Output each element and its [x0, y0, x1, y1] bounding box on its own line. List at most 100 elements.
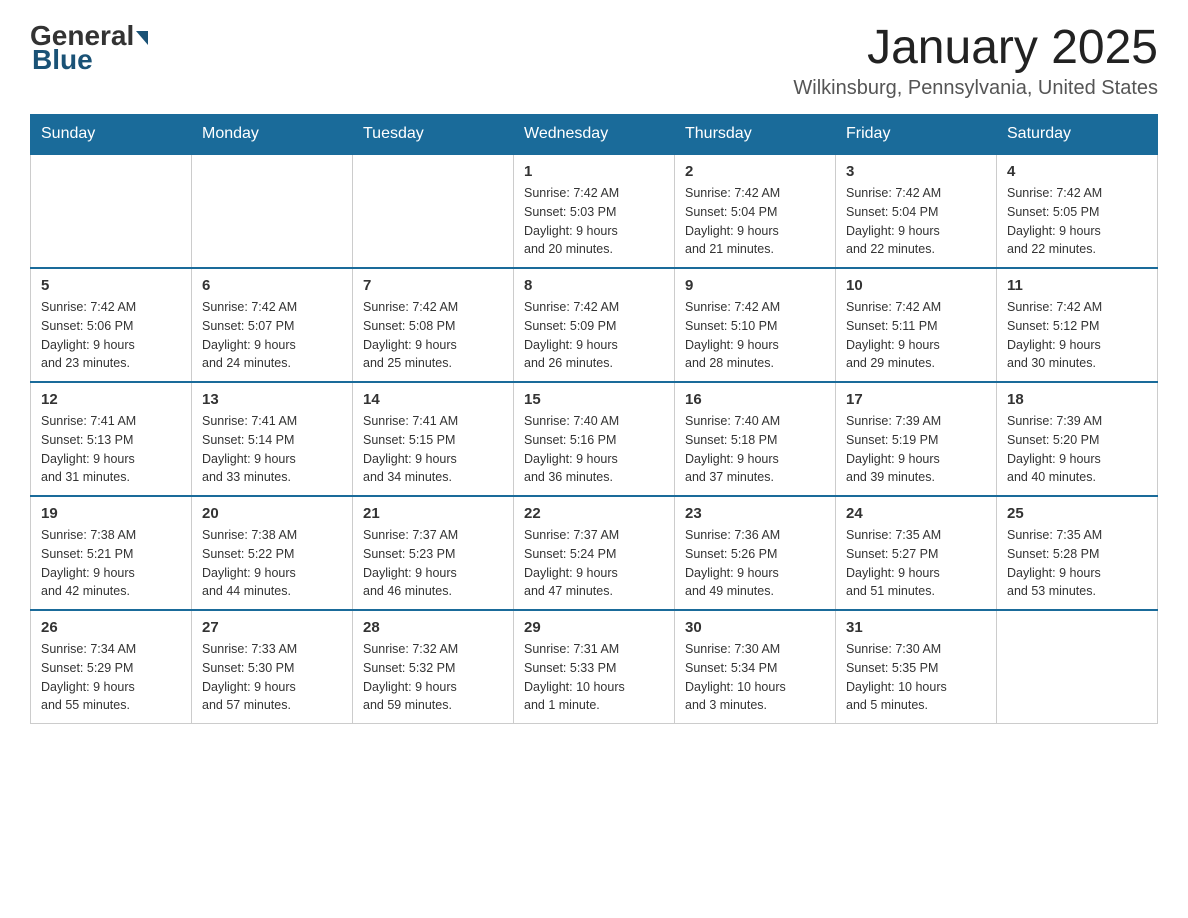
day-info: Sunrise: 7:37 AM Sunset: 5:24 PM Dayligh… — [524, 526, 664, 601]
weekday-header-friday: Friday — [836, 115, 997, 155]
calendar-cell — [353, 154, 514, 268]
day-number: 6 — [202, 277, 342, 294]
calendar-cell: 23Sunrise: 7:36 AM Sunset: 5:26 PM Dayli… — [675, 496, 836, 610]
weekday-header-monday: Monday — [192, 115, 353, 155]
day-number: 10 — [846, 277, 986, 294]
day-info: Sunrise: 7:42 AM Sunset: 5:10 PM Dayligh… — [685, 298, 825, 373]
week-row-3: 12 Sunrise: 7:41 AM Sunset: 5:13 PM Dayli… — [31, 382, 1158, 496]
day-number: 19 — [41, 505, 181, 522]
calendar-cell: 9 Sunrise: 7:42 AM Sunset: 5:10 PM Daylig… — [675, 268, 836, 382]
weekday-header-tuesday: Tuesday — [353, 115, 514, 155]
day-info: Sunrise: 7:38 AM Sunset: 5:22 PM Dayligh… — [202, 526, 342, 601]
day-number: 9 — [685, 277, 825, 294]
day-number: 24 — [846, 505, 986, 522]
day-number: 7 — [363, 277, 503, 294]
day-info: Sunrise: 7:37 AM Sunset: 5:23 PM Dayligh… — [363, 526, 503, 601]
day-info: Sunrise: 7:35 AM Sunset: 5:27 PM Dayligh… — [846, 526, 986, 601]
day-number: 11 — [1007, 277, 1147, 294]
day-number: 31 — [846, 619, 986, 636]
calendar-cell: 27Sunrise: 7:33 AM Sunset: 5:30 PM Dayli… — [192, 610, 353, 724]
calendar-cell: 29Sunrise: 7:31 AM Sunset: 5:33 PM Dayli… — [514, 610, 675, 724]
day-info: Sunrise: 7:35 AM Sunset: 5:28 PM Dayligh… — [1007, 526, 1147, 601]
day-number: 18 — [1007, 391, 1147, 408]
calendar-cell: 4 Sunrise: 7:42 AM Sunset: 5:05 PM Daylig… — [997, 154, 1158, 268]
day-number: 14 — [363, 391, 503, 408]
day-info: Sunrise: 7:42 AM Sunset: 5:05 PM Dayligh… — [1007, 184, 1147, 259]
weekday-header-sunday: Sunday — [31, 115, 192, 155]
calendar-cell: 8Sunrise: 7:42 AM Sunset: 5:09 PM Daylig… — [514, 268, 675, 382]
day-number: 20 — [202, 505, 342, 522]
calendar-cell — [997, 610, 1158, 724]
day-number: 21 — [363, 505, 503, 522]
calendar-cell: 31 Sunrise: 7:30 AM Sunset: 5:35 PM Dayli… — [836, 610, 997, 724]
day-number: 2 — [685, 163, 825, 180]
day-info: Sunrise: 7:42 AM Sunset: 5:03 PM Dayligh… — [524, 184, 664, 259]
day-info: Sunrise: 7:30 AM Sunset: 5:34 PM Dayligh… — [685, 640, 825, 715]
calendar-cell: 18Sunrise: 7:39 AM Sunset: 5:20 PM Dayli… — [997, 382, 1158, 496]
calendar-cell: 2 Sunrise: 7:42 AM Sunset: 5:04 PM Daylig… — [675, 154, 836, 268]
calendar-cell: 16 Sunrise: 7:40 AM Sunset: 5:18 PM Dayli… — [675, 382, 836, 496]
day-info: Sunrise: 7:41 AM Sunset: 5:15 PM Dayligh… — [363, 412, 503, 487]
day-number: 22 — [524, 505, 664, 522]
weekday-header-thursday: Thursday — [675, 115, 836, 155]
calendar-body: 1 Sunrise: 7:42 AM Sunset: 5:03 PM Daylig… — [31, 154, 1158, 724]
calendar-cell: 19 Sunrise: 7:38 AM Sunset: 5:21 PM Dayli… — [31, 496, 192, 610]
calendar-cell: 26 Sunrise: 7:34 AM Sunset: 5:29 PM Dayli… — [31, 610, 192, 724]
day-number: 28 — [363, 619, 503, 636]
calendar-cell — [192, 154, 353, 268]
day-number: 25 — [1007, 505, 1147, 522]
calendar-cell: 24 Sunrise: 7:35 AM Sunset: 5:27 PM Dayli… — [836, 496, 997, 610]
calendar-cell: 6Sunrise: 7:42 AM Sunset: 5:07 PM Daylig… — [192, 268, 353, 382]
day-info: Sunrise: 7:34 AM Sunset: 5:29 PM Dayligh… — [41, 640, 181, 715]
weekday-header-saturday: Saturday — [997, 115, 1158, 155]
calendar-cell: 5Sunrise: 7:42 AM Sunset: 5:06 PM Daylig… — [31, 268, 192, 382]
day-info: Sunrise: 7:41 AM Sunset: 5:13 PM Dayligh… — [41, 412, 181, 487]
month-title: January 2025 — [793, 20, 1158, 75]
day-info: Sunrise: 7:42 AM Sunset: 5:12 PM Dayligh… — [1007, 298, 1147, 373]
day-number: 4 — [1007, 163, 1147, 180]
logo-arrow-icon — [136, 31, 148, 45]
day-info: Sunrise: 7:33 AM Sunset: 5:30 PM Dayligh… — [202, 640, 342, 715]
day-info: Sunrise: 7:32 AM Sunset: 5:32 PM Dayligh… — [363, 640, 503, 715]
day-number: 15 — [524, 391, 664, 408]
calendar-cell: 17 Sunrise: 7:39 AM Sunset: 5:19 PM Dayli… — [836, 382, 997, 496]
calendar-cell: 30Sunrise: 7:30 AM Sunset: 5:34 PM Dayli… — [675, 610, 836, 724]
calendar-cell: 12 Sunrise: 7:41 AM Sunset: 5:13 PM Dayli… — [31, 382, 192, 496]
calendar-cell: 25 Sunrise: 7:35 AM Sunset: 5:28 PM Dayli… — [997, 496, 1158, 610]
calendar-cell: 7Sunrise: 7:42 AM Sunset: 5:08 PM Daylig… — [353, 268, 514, 382]
calendar-cell — [31, 154, 192, 268]
page-header: General Blue January 2025 Wilkinsburg, P… — [30, 20, 1158, 100]
calendar-cell: 1 Sunrise: 7:42 AM Sunset: 5:03 PM Daylig… — [514, 154, 675, 268]
day-info: Sunrise: 7:39 AM Sunset: 5:19 PM Dayligh… — [846, 412, 986, 487]
week-row-4: 19 Sunrise: 7:38 AM Sunset: 5:21 PM Dayli… — [31, 496, 1158, 610]
day-number: 23 — [685, 505, 825, 522]
day-number: 1 — [524, 163, 664, 180]
day-number: 13 — [202, 391, 342, 408]
day-info: Sunrise: 7:42 AM Sunset: 5:04 PM Dayligh… — [846, 184, 986, 259]
calendar-cell: 15 Sunrise: 7:40 AM Sunset: 5:16 PM Dayli… — [514, 382, 675, 496]
day-number: 3 — [846, 163, 986, 180]
day-info: Sunrise: 7:41 AM Sunset: 5:14 PM Dayligh… — [202, 412, 342, 487]
calendar-cell: 28 Sunrise: 7:32 AM Sunset: 5:32 PM Dayli… — [353, 610, 514, 724]
day-info: Sunrise: 7:38 AM Sunset: 5:21 PM Dayligh… — [41, 526, 181, 601]
title-block: January 2025 Wilkinsburg, Pennsylvania, … — [793, 20, 1158, 100]
day-number: 17 — [846, 391, 986, 408]
day-info: Sunrise: 7:30 AM Sunset: 5:35 PM Dayligh… — [846, 640, 986, 715]
day-number: 12 — [41, 391, 181, 408]
day-info: Sunrise: 7:42 AM Sunset: 5:11 PM Dayligh… — [846, 298, 986, 373]
calendar-header: SundayMondayTuesdayWednesdayThursdayFrid… — [31, 115, 1158, 155]
week-row-1: 1 Sunrise: 7:42 AM Sunset: 5:03 PM Daylig… — [31, 154, 1158, 268]
logo-blue-text: Blue — [30, 44, 93, 76]
weekday-header-wednesday: Wednesday — [514, 115, 675, 155]
day-number: 29 — [524, 619, 664, 636]
calendar-cell: 22 Sunrise: 7:37 AM Sunset: 5:24 PM Dayli… — [514, 496, 675, 610]
calendar-cell: 13 Sunrise: 7:41 AM Sunset: 5:14 PM Dayli… — [192, 382, 353, 496]
day-info: Sunrise: 7:40 AM Sunset: 5:16 PM Dayligh… — [524, 412, 664, 487]
calendar-cell: 20 Sunrise: 7:38 AM Sunset: 5:22 PM Dayli… — [192, 496, 353, 610]
day-number: 16 — [685, 391, 825, 408]
logo: General Blue — [30, 20, 148, 76]
day-info: Sunrise: 7:42 AM Sunset: 5:04 PM Dayligh… — [685, 184, 825, 259]
day-number: 26 — [41, 619, 181, 636]
day-info: Sunrise: 7:40 AM Sunset: 5:18 PM Dayligh… — [685, 412, 825, 487]
calendar-cell: 21 Sunrise: 7:37 AM Sunset: 5:23 PM Dayli… — [353, 496, 514, 610]
